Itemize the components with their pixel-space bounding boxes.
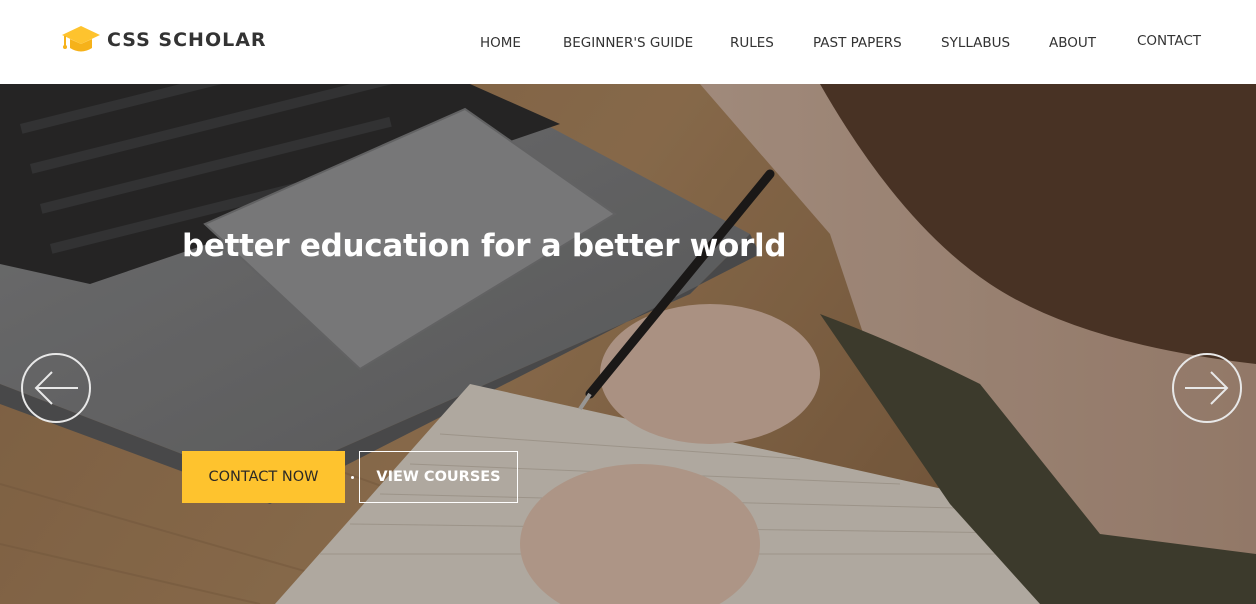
site-header: CSS SCHOLAR HOME BEGINNER'S GUIDE RULES … bbox=[0, 0, 1256, 84]
nav-about[interactable]: ABOUT bbox=[1049, 33, 1096, 53]
hero-headline: better education for a better world bbox=[182, 228, 787, 264]
view-courses-button[interactable]: VIEW COURSES bbox=[359, 451, 518, 503]
main-nav: HOME BEGINNER'S GUIDE RULES PAST PAPERS … bbox=[0, 33, 1256, 53]
hero-overlay bbox=[0, 84, 1256, 604]
nav-past-papers[interactable]: PAST PAPERS bbox=[813, 33, 902, 53]
contact-now-button[interactable]: CONTACT NOW bbox=[182, 451, 345, 503]
nav-rules[interactable]: RULES bbox=[730, 33, 774, 53]
hero-slider: better education for a better world CONT… bbox=[0, 84, 1256, 604]
nav-home[interactable]: HOME bbox=[480, 33, 521, 53]
arrow-right-circle-icon[interactable] bbox=[1171, 352, 1243, 424]
nav-syllabus[interactable]: SYLLABUS bbox=[941, 33, 1010, 53]
button-separator bbox=[351, 476, 354, 479]
nav-beginners-guide[interactable]: BEGINNER'S GUIDE bbox=[563, 33, 693, 53]
arrow-left-circle-icon[interactable] bbox=[20, 352, 92, 424]
nav-contact[interactable]: CONTACT bbox=[1137, 31, 1201, 51]
